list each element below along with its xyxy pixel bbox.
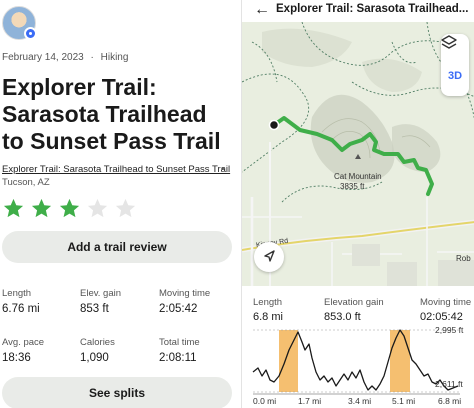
layers-icon[interactable]: [441, 34, 457, 50]
trail-link[interactable]: Explorer Trail: Sarasota Trailhead to Su…: [2, 164, 230, 175]
meta-separator: ·: [90, 52, 94, 63]
map-layers-control: 3D: [441, 34, 469, 96]
map-label-mountain: Cat Mountain: [334, 172, 382, 181]
profile-max-label: 2,995 ft: [435, 325, 464, 335]
star-filled-icon[interactable]: [30, 197, 53, 220]
arrow-left-icon[interactable]: ←: [254, 1, 270, 19]
see-splits-button[interactable]: See splits: [2, 377, 232, 408]
add-review-button[interactable]: Add a trail review: [2, 231, 232, 263]
star-empty-icon[interactable]: [114, 197, 137, 220]
title-line-2: Sarasota Trailhead: [2, 101, 207, 127]
3d-toggle-button[interactable]: 3D: [441, 70, 469, 82]
profile-x-label: 0.0 mi: [253, 396, 277, 406]
stat-label: Moving time: [420, 297, 472, 308]
stat-value: 853 ft: [80, 303, 109, 315]
stat-value: 1,090: [80, 352, 109, 364]
stat-label: Elevation gain: [324, 297, 384, 308]
stat-label: Elev. gain: [80, 288, 122, 299]
profile-x-label: 5.1 mi: [392, 396, 416, 406]
map-label-edge: Rob: [456, 254, 471, 263]
star-filled-icon[interactable]: [58, 197, 81, 220]
verified-badge-icon: [24, 27, 37, 40]
star-empty-icon[interactable]: [86, 197, 109, 220]
stat-total-time: Total time 2:08:11: [159, 337, 234, 364]
trail-detail-panel: ← Explorer Trail: Sarasota Trailhead...: [241, 0, 474, 408]
navigation-arrow-icon: [264, 250, 275, 262]
activity-date: February 14, 2023: [2, 52, 84, 63]
detail-header: ← Explorer Trail: Sarasota Trailhead...: [242, 0, 474, 22]
title-line-3: to Sunset Pass Trail: [2, 128, 221, 154]
rating-stars[interactable]: [2, 197, 137, 220]
stat-value: 6.76 mi: [2, 303, 40, 315]
stat-value: 18:36: [2, 352, 31, 364]
locate-button[interactable]: [254, 242, 284, 272]
stat-label: Calories: [80, 337, 115, 348]
stat-moving-time: Moving time 2:05:42: [159, 288, 234, 315]
profile-x-label: 6.8 mi: [438, 396, 462, 406]
stat-label: Length: [253, 297, 283, 308]
stat-length: Length 6.76 mi: [2, 288, 77, 315]
stat-label: Length: [2, 288, 32, 299]
stat-avg-pace: Avg. pace 18:36: [2, 337, 77, 364]
profile-x-label: 1.7 mi: [298, 396, 322, 406]
stat-elevation-gain: Elev. gain 853 ft: [80, 288, 155, 315]
stat-label: Total time: [159, 337, 200, 348]
stat-value: 2:05:42: [159, 303, 198, 315]
star-filled-icon[interactable]: [2, 197, 25, 220]
profile-x-label: 3.4 mi: [348, 396, 372, 406]
detail-title: Explorer Trail: Sarasota Trailhead...: [276, 3, 469, 15]
trail-map[interactable]: Cat Mountain 3835 ft Kinney Rd Rob 3D: [242, 22, 474, 286]
stat-value: 2:08:11: [159, 352, 197, 364]
activity-meta: February 14, 2023 · Hiking: [2, 52, 128, 63]
stat-label: Avg. pace: [2, 337, 45, 348]
activity-title: Explorer Trail: Sarasota Trailhead to Su…: [2, 74, 238, 155]
activity-type: Hiking: [100, 52, 129, 63]
elevation-profile[interactable]: 2,995 ft 2,611 ft 0.0 mi 1.7 mi 3.4 mi 5…: [242, 320, 474, 408]
map-label-elevation: 3835 ft: [340, 182, 365, 191]
stat-calories: Calories 1,090: [80, 337, 155, 364]
activity-panel: February 14, 2023 · Hiking Explorer Trai…: [0, 0, 241, 408]
location-bullet: •: [221, 164, 225, 175]
title-line-1: Explorer Trail:: [2, 74, 157, 100]
trail-location: Tucson, AZ: [2, 177, 50, 188]
profile-min-label: 2,611 ft: [435, 379, 463, 389]
stat-label: Moving time: [159, 288, 211, 299]
